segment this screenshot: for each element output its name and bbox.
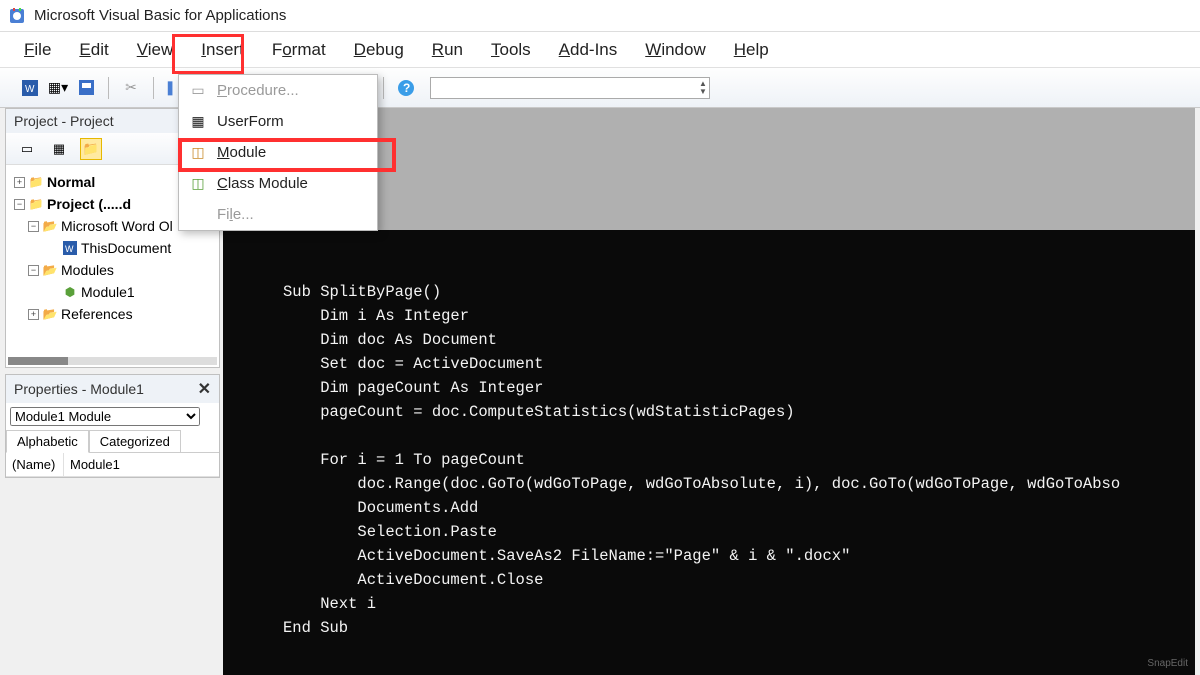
menubar: File Edit View Insert Format Debug Run T… — [0, 32, 1200, 68]
titlebar: Microsoft Visual Basic for Applications — [0, 0, 1200, 32]
collapse-icon[interactable]: − — [28, 221, 39, 232]
menu-item-classmodule[interactable]: ◫ Class Module — [179, 168, 377, 199]
tree-references-label: References — [61, 306, 133, 322]
menu-run[interactable]: Run — [428, 36, 467, 64]
tree-thisdocument-label: ThisDocument — [81, 240, 171, 256]
tree-word-objects-label: Microsoft Word Ol — [61, 218, 173, 234]
close-icon[interactable]: ✕ — [198, 379, 211, 399]
horizontal-scrollbar[interactable] — [8, 357, 217, 365]
svg-text:W: W — [25, 84, 35, 95]
properties-title-text: Properties - Module1 — [14, 381, 144, 397]
folder-icon: 📂 — [42, 262, 58, 278]
menu-insert[interactable]: Insert — [197, 36, 248, 64]
menu-help[interactable]: Help — [730, 36, 773, 64]
tree-modules-label: Modules — [61, 262, 114, 278]
watermark: SnapEdit — [1147, 658, 1188, 669]
scrollbar-thumb[interactable] — [8, 357, 68, 365]
view-code-icon[interactable]: ▭ — [16, 138, 38, 160]
class-module-icon: ◫ — [189, 175, 207, 192]
menu-edit[interactable]: Edit — [75, 36, 112, 64]
folder-icon: 📂 — [42, 306, 58, 322]
expand-icon[interactable]: + — [14, 177, 25, 188]
menu-view[interactable]: View — [133, 36, 178, 64]
search-box[interactable]: ▲ ▼ — [430, 77, 710, 99]
word-icon[interactable]: W — [20, 78, 40, 98]
module-node-icon: ⬢ — [62, 284, 78, 300]
expand-icon[interactable]: + — [28, 309, 39, 320]
project-icon: 📁 — [28, 174, 44, 190]
arrow-down-icon[interactable]: ▼ — [697, 88, 709, 96]
document-icon: W — [62, 240, 78, 256]
folder-icon: 📂 — [42, 218, 58, 234]
userform-icon: ▦ — [189, 113, 207, 130]
menu-item-file: File... — [179, 199, 377, 230]
property-name-value[interactable]: Module1 — [64, 453, 126, 476]
tree-module1[interactable]: ⬢ Module1 — [10, 281, 215, 303]
menu-item-module[interactable]: ◫ Module — [179, 137, 377, 168]
app-icon — [8, 7, 26, 25]
object-dropdown[interactable]: Module1 Module — [10, 407, 200, 426]
module-icon: ◫ — [189, 144, 207, 161]
menu-item-userform[interactable]: ▦ UserForm — [179, 106, 377, 137]
project-title-text: Project - Project — [14, 113, 114, 129]
search-nav-arrows[interactable]: ▲ ▼ — [697, 80, 709, 96]
properties-tabs: Alphabetic Categorized — [6, 430, 219, 453]
menu-tools[interactable]: Tools — [487, 36, 535, 64]
properties-panel-title: Properties - Module1 ✕ — [6, 375, 219, 403]
menu-addins[interactable]: Add-Ins — [555, 36, 622, 64]
tab-alphabetic[interactable]: Alphabetic — [6, 430, 89, 453]
save-icon[interactable] — [76, 78, 96, 98]
menu-debug[interactable]: Debug — [350, 36, 408, 64]
tree-project-label: Project (.....d — [47, 196, 131, 212]
toolbar-separator — [383, 77, 384, 99]
insert-dropdown-menu: ▭ Procedure... ▦ UserForm ◫ Module ◫ Cla… — [178, 74, 378, 231]
tree-modules-folder[interactable]: − 📂 Modules — [10, 259, 215, 281]
tree-module1-label: Module1 — [81, 284, 135, 300]
tree-normal-label: Normal — [47, 174, 95, 190]
properties-object-select[interactable]: Module1 Module — [10, 407, 215, 426]
view-object-icon[interactable]: ▦ — [48, 138, 70, 160]
procedure-icon: ▭ — [189, 82, 207, 99]
help-icon[interactable]: ? — [396, 78, 416, 98]
code-editor[interactable]: Sub SplitByPage() Dim i As Integer Dim d… — [223, 230, 1195, 675]
tree-references[interactable]: + 📂 References — [10, 303, 215, 325]
menu-item-procedure: ▭ Procedure... — [179, 75, 377, 106]
property-name-label: (Name) — [6, 453, 64, 476]
project-icon: 📁 — [28, 196, 44, 212]
property-row-name[interactable]: (Name) Module1 — [6, 453, 219, 477]
window-title: Microsoft Visual Basic for Applications — [34, 7, 286, 24]
svg-text:W: W — [65, 244, 74, 254]
svg-text:?: ? — [403, 81, 410, 95]
collapse-icon[interactable]: − — [14, 199, 25, 210]
properties-panel: Properties - Module1 ✕ Module1 Module Al… — [5, 374, 220, 478]
tab-categorized[interactable]: Categorized — [89, 430, 181, 453]
cut-icon[interactable]: ✂ — [121, 78, 141, 98]
menu-format[interactable]: Format — [268, 36, 330, 64]
tree-thisdocument[interactable]: W ThisDocument — [10, 237, 215, 259]
view-dropdown-icon[interactable]: ▦▾ — [48, 78, 68, 98]
folder-toggle-icon[interactable]: 📁 — [80, 138, 102, 160]
toolbar-separator — [153, 77, 154, 99]
menu-window[interactable]: Window — [641, 36, 709, 64]
menu-file[interactable]: File — [20, 36, 55, 64]
properties-grid: (Name) Module1 — [6, 452, 219, 477]
collapse-icon[interactable]: − — [28, 265, 39, 276]
toolbar-separator — [108, 77, 109, 99]
